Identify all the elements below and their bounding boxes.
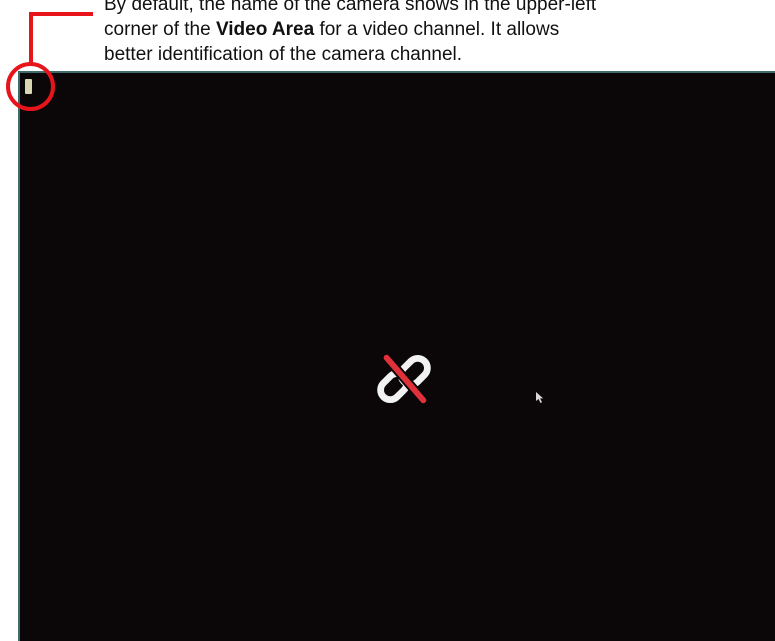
callout-line-1: By default, the name of the camera shows… bbox=[104, 0, 597, 15]
callout-line-2-prefix: corner of the bbox=[104, 19, 216, 40]
callout-leader-horizontal bbox=[29, 12, 93, 16]
callout-line-2: corner of the Video Area for a video cha… bbox=[104, 17, 764, 42]
callout-leader-vertical bbox=[29, 12, 33, 66]
callout-text: By default, the name of the camera shows… bbox=[104, 0, 764, 67]
callout-video-area-term: Video Area bbox=[215, 19, 315, 40]
video-area[interactable] bbox=[18, 71, 775, 641]
callout-line-2-suffix: for a video channel. It allows bbox=[314, 19, 560, 40]
broken-link-icon bbox=[377, 352, 431, 406]
cursor-icon bbox=[536, 392, 544, 403]
callout-line-3: better identification of the camera chan… bbox=[104, 44, 463, 65]
highlight-circle bbox=[6, 62, 55, 111]
